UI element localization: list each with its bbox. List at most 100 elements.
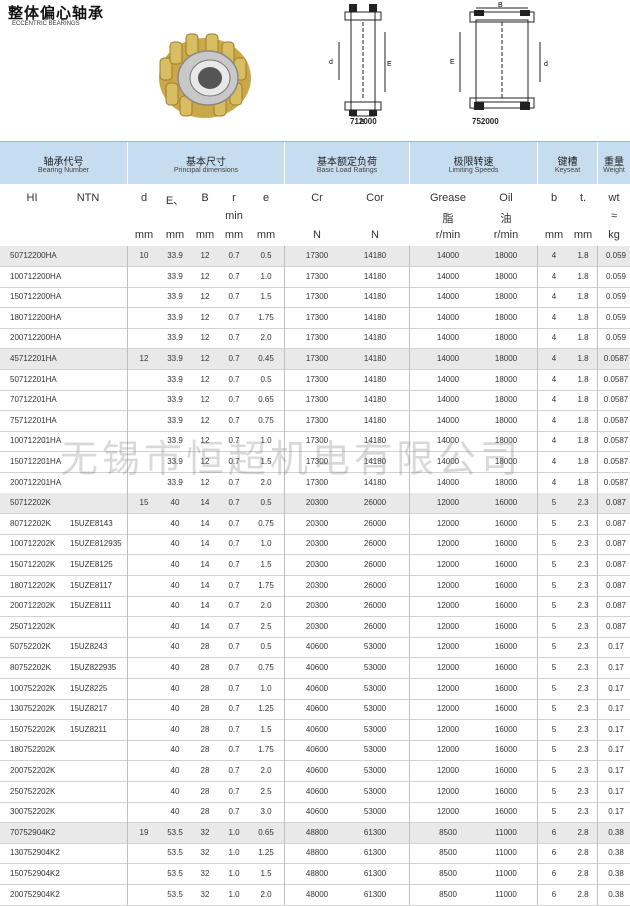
cell-hl: 50712201HA	[10, 374, 57, 384]
cell-oil: 16000	[494, 663, 518, 672]
cell-oil: 16000	[494, 601, 518, 611]
cell-e: 0.65	[258, 827, 274, 837]
unit-cr: N	[313, 229, 321, 241]
cell-e: 2.0	[260, 601, 272, 611]
cell-cor: 26000	[363, 621, 387, 631]
table-row: 80712202K 15UZE8143 40 14 0.7 0.75 20300 26000 1…	[0, 514, 630, 535]
cell-oil: 18000	[494, 354, 518, 363]
cell-ntn: 15UZE8143	[70, 518, 113, 528]
cell-wt: 0.38	[608, 889, 624, 899]
cell-cor: 53000	[363, 807, 387, 817]
cell-hl: 250752202K	[10, 786, 56, 796]
cell-hl: 300752202K	[10, 807, 56, 817]
cell-ntn: 15UZE8125	[70, 560, 113, 569]
cell-e: 0.5	[260, 498, 272, 508]
cell-grease: 14000	[436, 312, 460, 322]
cell-oil: 16000	[494, 539, 518, 549]
subheader-oil: Oil	[499, 192, 513, 204]
cell-wt: 0.17	[608, 642, 624, 652]
cell-cr: 17300	[305, 374, 329, 384]
page-title: 整体偏心轴承	[8, 4, 105, 22]
cell-wt: 0.087	[605, 621, 627, 631]
cell-oil: 18000	[494, 312, 518, 322]
table-row: 45712201HA 12 33.9 12 0.7 0.45 17300 14180 14000…	[0, 349, 630, 370]
cell-grease: 12000	[436, 539, 460, 549]
cell-oil: 18000	[494, 333, 518, 343]
cell-oil: 16000	[494, 766, 518, 775]
cell-grease: 12000	[436, 518, 460, 528]
cell-cor: 14180	[363, 333, 387, 343]
cell-cr: 20300	[305, 580, 329, 590]
header-speed-en: Limiting Speeds	[448, 167, 499, 174]
cell-grease: 12000	[436, 601, 460, 611]
cell-wt: 0.17	[608, 663, 624, 672]
cell-grease: 14000	[436, 374, 460, 384]
cell-wt: 0.0587	[603, 436, 629, 446]
cell-e: 1.5	[260, 869, 272, 878]
subheader-ntn: NTN	[76, 192, 100, 204]
cell-wt: 0.17	[608, 683, 624, 693]
cell-cor: 53000	[363, 766, 387, 775]
table-row: 150712202K 15UZE8125 40 14 0.7 1.5 20300 26000 1…	[0, 555, 630, 576]
header-dims-cn: 基本尺寸	[186, 157, 226, 168]
subheader-cr: Cr	[311, 192, 323, 204]
header-weight-cn: 重量	[604, 157, 624, 168]
cell-cor: 53000	[363, 786, 387, 796]
cell-cor: 14180	[363, 415, 387, 425]
cell-cor: 53000	[363, 642, 387, 652]
cell-hl: 250712202K	[10, 621, 56, 631]
cell-cor: 53000	[363, 704, 387, 714]
cell-grease: 12000	[436, 663, 460, 672]
cell-oil: 18000	[494, 395, 518, 405]
cell-grease: 14000	[436, 354, 460, 363]
cell-cor: 26000	[363, 539, 387, 549]
cell-cor: 14180	[363, 312, 387, 322]
cell-hl: 75712201HA	[10, 415, 57, 425]
subheader-r-min: min	[225, 210, 243, 222]
column-divider	[284, 246, 285, 906]
cell-hl: 100712202K	[10, 539, 56, 549]
column-divider	[537, 246, 538, 906]
cell-ntn: 15UZ8217	[70, 704, 108, 714]
cell-oil: 18000	[494, 251, 518, 260]
header-bearing-number: 轴承代号 Bearing Number	[0, 142, 128, 184]
unit-oil: r/min	[493, 229, 519, 241]
cell-wt: 0.0587	[603, 374, 629, 384]
cell-e: 2.5	[260, 786, 272, 796]
cell-oil: 11000	[495, 889, 517, 899]
drawing1-caption: 712000	[350, 117, 377, 126]
cell-e: 0.5	[260, 251, 272, 260]
table-row: 180752202K 40 28 0.7 1.75 40600 53000 12000 1600…	[0, 740, 630, 762]
cell-cr: 40600	[305, 766, 329, 775]
table-row: 180712202K 15UZE8117 40 14 0.7 1.75 20300 26000…	[0, 576, 630, 597]
cell-cr: 40600	[305, 745, 329, 755]
cell-oil: 18000	[494, 271, 518, 281]
cell-cr: 40600	[305, 683, 329, 693]
header-weight: 重量 Weight	[598, 142, 630, 184]
column-divider	[127, 246, 128, 906]
table-row: 200752202K 40 28 0.7 2.0 40600 53000 12000 16000…	[0, 761, 630, 782]
cell-ntn: 15UZ8225	[70, 683, 108, 693]
unit-e: mm	[256, 229, 276, 241]
cell-cr: 17300	[305, 312, 329, 322]
cell-wt: 0.0587	[603, 477, 629, 487]
cell-cor: 14180	[363, 395, 387, 405]
cell-ntn: 15UZE8117	[70, 580, 113, 590]
table-row: 70712201HA 33.9 12 0.7 0.65 17300 14180 14000 18…	[0, 390, 630, 412]
cell-grease: 8500	[439, 869, 457, 878]
cell-hl: 50712202K	[10, 498, 51, 508]
cell-cor: 53000	[363, 745, 387, 755]
cell-oil: 11000	[495, 869, 517, 878]
cell-wt: 0.0587	[603, 395, 629, 405]
cell-hl: 200712202K	[10, 601, 56, 611]
cell-wt: 0.0587	[603, 354, 629, 363]
subheader-grease-cn: 脂	[442, 213, 454, 225]
drawing2-caption: 752000	[472, 117, 499, 126]
drawing-752000: B E d	[450, 2, 548, 110]
cell-wt: 0.17	[608, 704, 624, 714]
table-row: 300752202K 40 28 0.7 3.0 40600 53000 12000 16000…	[0, 802, 630, 824]
cell-hl: 180712202K	[10, 580, 56, 590]
cell-grease: 12000	[436, 786, 460, 796]
table-row: 80752202K 15UZ822935 40 28 0.7 0.75 40600 53000…	[0, 658, 630, 679]
cell-wt: 0.087	[605, 580, 627, 590]
